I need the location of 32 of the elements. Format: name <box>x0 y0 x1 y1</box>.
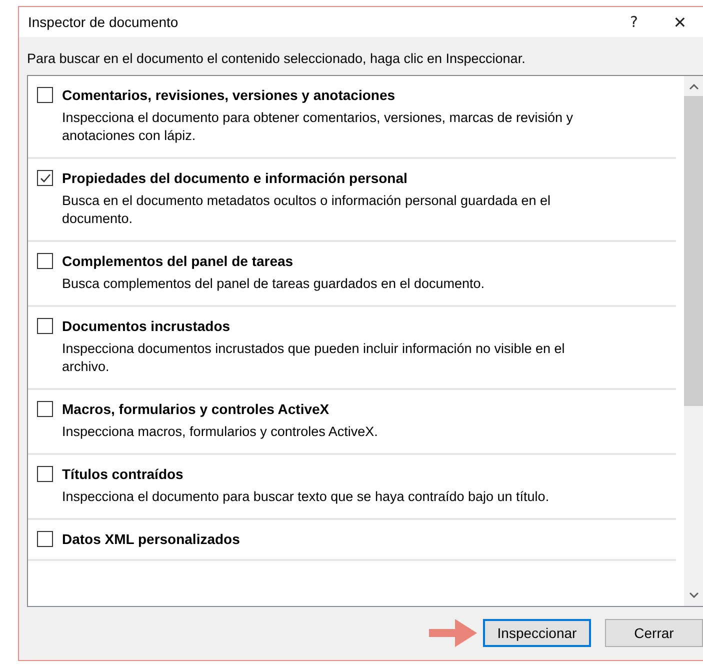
option-title: Datos XML personalizados <box>62 531 240 547</box>
option-description: Busca complementos del panel de tareas guardados en el documento. <box>62 275 486 293</box>
checkbox[interactable] <box>37 170 53 186</box>
scroll-thumb[interactable] <box>684 96 703 406</box>
option-title: Propiedades del documento e información personal <box>62 170 408 186</box>
option-title: Complementos del panel de tareas <box>62 253 294 269</box>
option-title: Comentarios, revisiones, versiones y anotaciones <box>62 87 396 103</box>
option-description: Inspecciona macros, formularios y controles ActiveX. <box>62 423 379 441</box>
window-title: Inspector de documento <box>28 14 180 30</box>
scroll-up-icon[interactable] <box>688 84 698 90</box>
option-title: Macros, formularios y controles ActiveX <box>62 401 330 417</box>
checkbox[interactable] <box>37 253 53 269</box>
inspect-button[interactable]: Inspeccionar <box>483 619 591 647</box>
option-description: Inspecciona documentos incrustados que pueden incluir información no visible en el archivo. <box>62 340 566 376</box>
close-button[interactable]: ✕ <box>657 7 703 37</box>
scrollbar[interactable] <box>684 76 703 606</box>
checkbox[interactable] <box>37 531 53 547</box>
checkbox[interactable] <box>37 466 53 482</box>
scroll-down-icon[interactable] <box>688 592 698 598</box>
instruction-text: Para buscar en el documento el contenido seleccionado, haga clic en Inspeccionar. <box>27 51 526 66</box>
option-title: Títulos contraídos <box>62 466 184 482</box>
help-button[interactable]: ? <box>611 7 657 37</box>
arrow-drawing <box>429 619 477 647</box>
check-icon <box>38 172 52 184</box>
checkbox[interactable] <box>37 401 53 417</box>
close-dialog-button[interactable]: Cerrar <box>605 619 703 647</box>
checkbox[interactable] <box>37 318 53 334</box>
checkbox[interactable] <box>37 87 53 103</box>
option-title: Documentos incrustados <box>62 318 230 334</box>
option-description: Inspecciona el documento para buscar texto que se haya contraído bajo un título. <box>62 488 550 506</box>
option-description: Busca en el documento metadatos ocultos o información personal guardada en el documento. <box>62 192 552 228</box>
option-description: Inspecciona el documento para obtener comentarios, versiones, marcas de revisión y anotaciones con lápiz. <box>62 109 574 145</box>
